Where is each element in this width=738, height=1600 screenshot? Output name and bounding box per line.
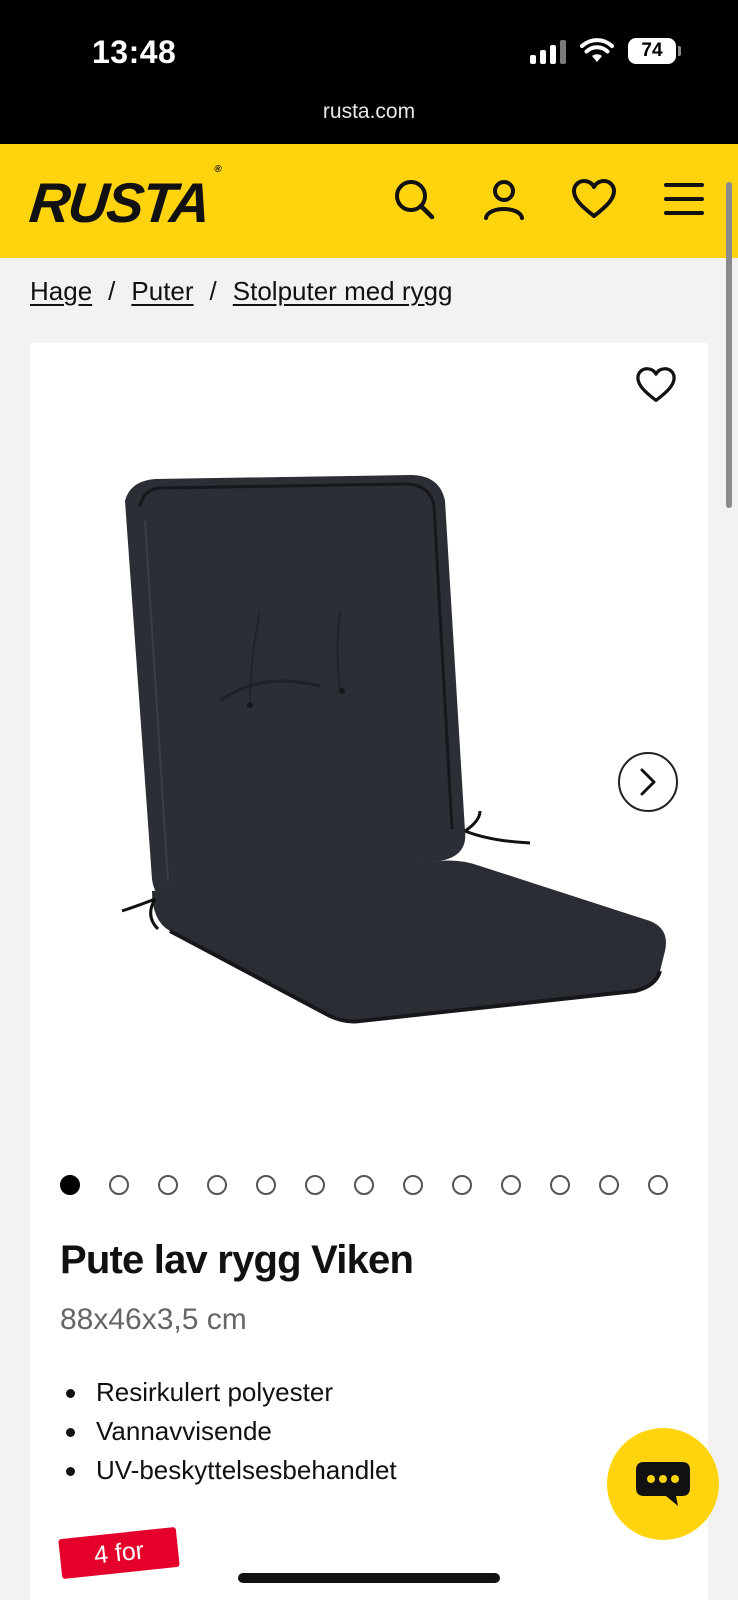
product-dimensions: 88x46x3,5 cm <box>60 1303 247 1336</box>
gallery-next-button[interactable] <box>618 752 678 812</box>
logo-text: RUSTA <box>26 171 213 234</box>
gallery-dot[interactable] <box>452 1175 472 1195</box>
breadcrumb-link-hage[interactable]: Hage <box>30 276 92 307</box>
site-header: RUSTA® <box>0 144 738 258</box>
breadcrumb-link-stolputer[interactable]: Stolputer med rygg <box>233 276 453 307</box>
gallery-dot[interactable] <box>256 1175 276 1195</box>
registered-mark: ® <box>213 164 221 176</box>
feature-item: Vannavvisende <box>66 1412 397 1451</box>
status-bar: 13:48 74 rusta.com <box>0 0 738 144</box>
breadcrumb-separator: / <box>209 276 217 306</box>
breadcrumb: Hage / Puter / Stolputer med rygg <box>30 276 452 307</box>
menu-icon[interactable] <box>659 174 709 224</box>
home-indicator[interactable] <box>238 1573 500 1583</box>
browser-url[interactable]: rusta.com <box>0 100 738 124</box>
gallery-dot[interactable] <box>207 1175 227 1195</box>
status-icons: 74 <box>530 38 681 64</box>
chat-button[interactable] <box>607 1428 719 1540</box>
account-icon[interactable] <box>479 174 529 224</box>
promo-badge: 4 for <box>58 1526 180 1580</box>
gallery-pagination <box>60 1175 668 1195</box>
gallery-dot[interactable] <box>599 1175 619 1195</box>
gallery-dot[interactable] <box>109 1175 129 1195</box>
cellular-signal-icon <box>530 38 566 64</box>
product-title: Pute lav rygg Viken <box>60 1238 414 1282</box>
gallery-dot[interactable] <box>158 1175 178 1195</box>
gallery-dot[interactable] <box>305 1175 325 1195</box>
feature-item: UV-beskyttelsesbehandlet <box>66 1451 397 1490</box>
battery-icon: 74 <box>628 38 681 64</box>
wishlist-heart-icon[interactable] <box>569 174 619 224</box>
gallery-dot[interactable] <box>60 1175 80 1195</box>
gallery-dot[interactable] <box>403 1175 423 1195</box>
breadcrumb-separator: / <box>108 276 116 306</box>
chevron-right-icon <box>640 768 656 796</box>
chat-bubble-icon <box>636 1462 690 1506</box>
gallery-dot[interactable] <box>550 1175 570 1195</box>
status-time: 13:48 <box>92 34 177 70</box>
page-scrollbar[interactable] <box>726 182 732 508</box>
rusta-logo[interactable]: RUSTA® <box>26 164 220 235</box>
product-image-cushion[interactable] <box>60 461 700 1061</box>
breadcrumb-link-puter[interactable]: Puter <box>131 276 193 307</box>
feature-item: Resirkulert polyester <box>66 1373 397 1412</box>
wifi-icon <box>580 38 614 62</box>
product-card: Pute lav rygg Viken 88x46x3,5 cm Resirku… <box>30 343 708 1600</box>
add-to-wishlist-heart-icon[interactable] <box>632 361 680 409</box>
search-icon[interactable] <box>389 174 439 224</box>
gallery-dot[interactable] <box>501 1175 521 1195</box>
gallery-dot[interactable] <box>354 1175 374 1195</box>
gallery-dot[interactable] <box>648 1175 668 1195</box>
product-features: Resirkulert polyester Vannavvisende UV-b… <box>66 1373 397 1490</box>
